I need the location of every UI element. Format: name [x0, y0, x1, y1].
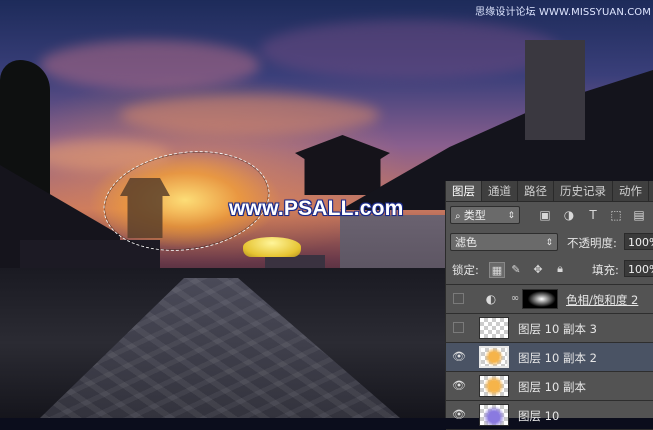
layer-row[interactable]: 👁︎ 图层 10 — [446, 401, 653, 430]
site-watermark: 思缘设计论坛 WWW.MISSYUAN.COM — [475, 7, 651, 18]
layer-thumbnail[interactable] — [479, 375, 509, 397]
layer-row-selected[interactable]: 👁︎ 图层 10 副本 2 — [446, 343, 653, 372]
layer-name: 图层 10 — [518, 409, 560, 423]
fill-input[interactable]: 100% — [624, 260, 653, 277]
tab-history[interactable]: 历史记录 — [554, 181, 613, 201]
filter-kind-select[interactable]: ⌕ 类型 ⇕ — [450, 206, 520, 224]
layer-thumbnail[interactable] — [479, 346, 509, 368]
layer-name: 图层 10 副本 2 — [518, 351, 597, 365]
lock-transparent-icon[interactable]: ▦ — [489, 262, 505, 278]
eye-icon[interactable]: 👁︎ — [451, 380, 467, 392]
chimney — [525, 40, 585, 140]
layer-name: 图层 10 副本 3 — [518, 322, 597, 336]
smart-object-filter-icon[interactable]: ▤ — [632, 208, 646, 222]
fill-label: 填充: — [592, 263, 619, 277]
tab-channels[interactable]: 通道 — [482, 181, 518, 201]
blend-mode-select[interactable]: 滤色 ⇕ — [450, 233, 558, 251]
blend-row: 滤色 ⇕ 不透明度: 100% — [446, 230, 653, 254]
tab-layers[interactable]: 图层 — [446, 181, 482, 201]
shape-filter-icon[interactable]: ⬚ — [609, 208, 623, 222]
tab-paths[interactable]: 路径 — [518, 181, 554, 201]
lock-all-icon[interactable]: 🔒︎ — [553, 262, 567, 276]
tab-actions[interactable]: 动作 — [613, 181, 649, 201]
layer-row[interactable]: ◐ ∞ 色相/饱和度 2 — [446, 285, 653, 314]
filter-kind-label: 类型 — [463, 209, 486, 222]
search-icon: ⌕ — [455, 211, 464, 222]
psall-watermark: www.PSALL.com — [229, 197, 404, 220]
layers-list: ◐ ∞ 色相/饱和度 2 图层 10 副本 3 👁︎ 图层 10 副本 2 👁︎… — [446, 284, 653, 430]
type-filter-icon[interactable]: T — [586, 208, 600, 222]
cloud — [40, 40, 260, 90]
panel-tabs: 图层 通道 路径 历史记录 动作 — [446, 181, 653, 202]
lock-paint-icon[interactable]: ✎ — [509, 262, 523, 276]
visibility-toggle-off[interactable] — [453, 322, 464, 333]
layer-mask-thumbnail[interactable] — [522, 289, 558, 309]
cloud — [260, 20, 560, 80]
layers-panel: 图层 通道 路径 历史记录 动作 ⌕ 类型 ⇕ ▣ ◑ T ⬚ ▤ 滤色 ⇕ 不… — [445, 181, 653, 430]
layer-row[interactable]: 图层 10 副本 3 — [446, 314, 653, 343]
blend-mode-label: 滤色 — [455, 236, 477, 249]
opacity-input[interactable]: 100% — [624, 233, 653, 250]
adjustment-filter-icon[interactable]: ◑ — [562, 208, 576, 222]
lock-label: 锁定: — [452, 263, 479, 277]
hue-saturation-icon: ◐ — [485, 292, 497, 306]
layer-thumbnail[interactable] — [479, 317, 509, 339]
chevron-icon: ⇕ — [545, 238, 553, 248]
eye-icon[interactable]: 👁︎ — [451, 351, 467, 363]
pixel-filter-icon[interactable]: ▣ — [538, 208, 552, 222]
lock-move-icon[interactable]: ✥ — [531, 262, 545, 276]
lock-row: 锁定: ▦ ✎ ✥ 🔒︎ 填充: 100% — [446, 257, 653, 281]
layer-thumbnail[interactable] — [479, 404, 509, 426]
eye-icon[interactable]: 👁︎ — [451, 409, 467, 421]
visibility-toggle-off[interactable] — [453, 293, 464, 304]
link-icon[interactable]: ∞ — [510, 292, 520, 306]
layer-filter-row: ⌕ 类型 ⇕ ▣ ◑ T ⬚ ▤ — [446, 202, 653, 230]
layer-row[interactable]: 👁︎ 图层 10 副本 — [446, 372, 653, 401]
chevron-icon: ⇕ — [507, 211, 515, 221]
yellow-umbrella — [243, 237, 301, 257]
opacity-label: 不透明度: — [567, 236, 617, 250]
layer-name: 图层 10 副本 — [518, 380, 586, 394]
layer-name: 色相/饱和度 2 — [566, 293, 639, 307]
cloud — [120, 95, 380, 135]
